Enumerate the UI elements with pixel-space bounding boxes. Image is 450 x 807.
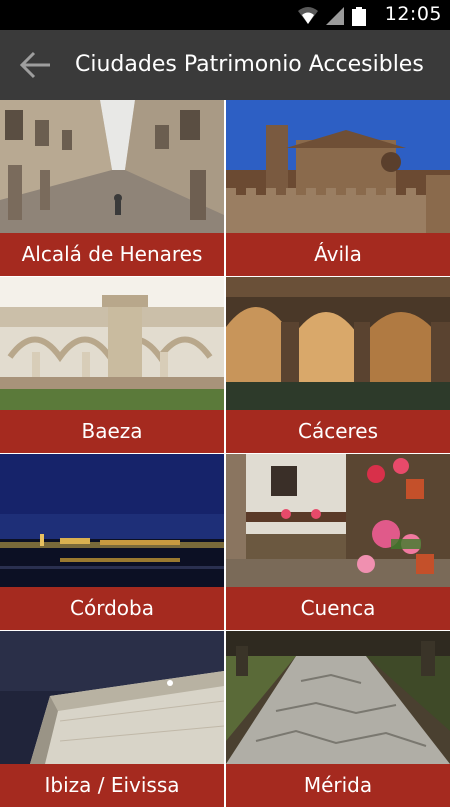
cloister-columns-photo bbox=[0, 277, 224, 410]
city-label: Baeza bbox=[0, 410, 224, 453]
roman-road-photo bbox=[226, 631, 450, 764]
city-tile-ibiza[interactable]: Ibiza / Eivissa bbox=[0, 631, 224, 807]
city-grid: Alcalá de Henares Ávila Baeza Cáceres Có… bbox=[0, 100, 450, 807]
city-tile-caceres[interactable]: Cáceres bbox=[226, 277, 450, 453]
city-label: Ávila bbox=[226, 233, 450, 276]
city-tile-alcala[interactable]: Alcalá de Henares bbox=[0, 100, 224, 276]
status-time: 12:05 bbox=[384, 3, 442, 25]
flower-balcony-alley-photo bbox=[226, 454, 450, 587]
sea-fortress-photo bbox=[0, 631, 224, 764]
city-label: Córdoba bbox=[0, 587, 224, 630]
action-bar: Ciudades Patrimonio Accesibles bbox=[0, 30, 450, 100]
city-label: Alcalá de Henares bbox=[0, 233, 224, 276]
cistern-arches-photo bbox=[226, 277, 450, 410]
battery-icon bbox=[352, 7, 366, 26]
arrow-left-icon bbox=[19, 51, 50, 79]
street-arcade-photo bbox=[0, 100, 224, 233]
status-icons bbox=[296, 5, 374, 26]
walled-cathedral-photo bbox=[226, 100, 450, 233]
night-bridge-photo bbox=[0, 454, 224, 587]
city-label: Mérida bbox=[226, 764, 450, 807]
city-tile-baeza[interactable]: Baeza bbox=[0, 277, 224, 453]
cell-signal-icon bbox=[326, 7, 344, 25]
status-bar: 12:05 bbox=[0, 0, 450, 30]
city-tile-cordoba[interactable]: Córdoba bbox=[0, 454, 224, 630]
page-title: Ciudades Patrimonio Accesibles bbox=[75, 52, 424, 77]
city-tile-merida[interactable]: Mérida bbox=[226, 631, 450, 807]
city-label: Ibiza / Eivissa bbox=[0, 764, 224, 807]
city-label: Cáceres bbox=[226, 410, 450, 453]
wifi-icon bbox=[298, 7, 318, 24]
back-button[interactable] bbox=[10, 40, 60, 90]
city-tile-avila[interactable]: Ávila bbox=[226, 100, 450, 276]
city-label: Cuenca bbox=[226, 587, 450, 630]
city-tile-cuenca[interactable]: Cuenca bbox=[226, 454, 450, 630]
